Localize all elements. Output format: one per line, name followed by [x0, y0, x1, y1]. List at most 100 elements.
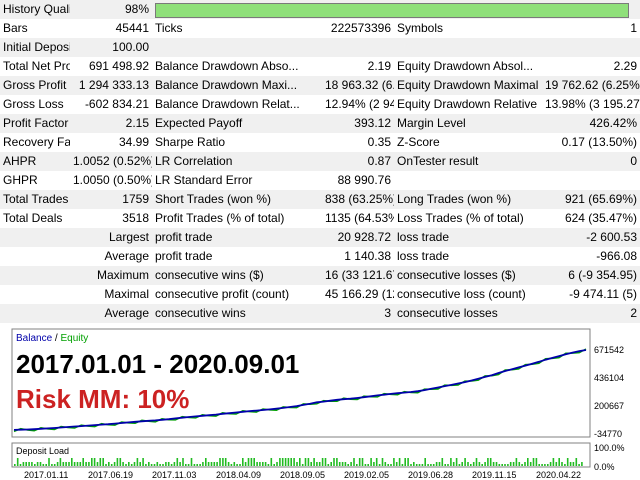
- deposit-tick-label: 100.0%: [594, 443, 625, 453]
- x-tick-label: 2017.01.11: [24, 470, 68, 480]
- legend-separator: /: [52, 333, 60, 344]
- deposit-load-bar: [179, 462, 181, 466]
- deposit-load-bar: [410, 464, 412, 466]
- deposit-load-bar: [452, 462, 455, 466]
- stats-label: Loss Trades (% of total): [394, 209, 542, 228]
- deposit-load-bar: [418, 464, 421, 466]
- stats-value: 45441: [70, 19, 152, 38]
- stats-label: LR Standard Error: [152, 171, 322, 190]
- deposit-load-bar: [378, 464, 381, 466]
- x-tick-label: 2017.06.19: [88, 470, 133, 480]
- deposit-load-bar: [31, 462, 33, 466]
- stats-label: Equity Drawdown Maximal: [394, 76, 542, 95]
- deposit-load-bar: [404, 458, 406, 466]
- deposit-load-bar: [532, 458, 535, 466]
- deposit-load-bar: [495, 462, 498, 466]
- deposit-load-bar: [193, 464, 196, 466]
- deposit-load-bar: [489, 458, 492, 466]
- deposit-load-bar: [148, 462, 150, 466]
- deposit-load-bar: [59, 458, 62, 466]
- overlay-date-range: 2017.01.01 - 2020.09.01: [16, 349, 299, 379]
- stats-label: Ticks: [152, 19, 322, 38]
- deposit-load-bar: [247, 458, 250, 466]
- deposit-load-bar: [581, 462, 583, 466]
- deposit-load-bar: [381, 458, 384, 466]
- deposit-load-bar: [304, 458, 307, 466]
- stats-value: 3518: [70, 209, 152, 228]
- deposit-load-bar: [529, 462, 532, 466]
- stats-label: consecutive losses: [394, 304, 542, 323]
- deposit-load-bar: [253, 458, 255, 466]
- deposit-load-bar: [79, 462, 82, 466]
- deposit-load-bar: [509, 462, 512, 466]
- deposit-load-bar: [361, 458, 364, 466]
- stats-value: Maximal: [70, 285, 152, 304]
- stats-label: Balance Drawdown Relat...: [152, 95, 322, 114]
- y-tick-label: 671542: [594, 345, 624, 355]
- stats-label: Short Trades (won %): [152, 190, 322, 209]
- deposit-load-bar: [347, 464, 349, 466]
- stats-value: 2.29: [542, 57, 640, 76]
- deposit-load-bar: [498, 464, 501, 466]
- stats-value: Maximum: [70, 266, 152, 285]
- deposit-load-bar: [230, 464, 233, 466]
- deposit-load-bar: [71, 458, 73, 466]
- deposit-load-bar: [504, 464, 506, 466]
- deposit-load-bar: [267, 464, 270, 466]
- deposit-load-bar: [455, 458, 458, 466]
- deposit-load-bar: [122, 462, 124, 466]
- deposit-load-bar: [227, 462, 230, 466]
- stats-value: 1: [542, 19, 640, 38]
- stats-value: 0.87: [322, 152, 394, 171]
- deposit-load-bar: [39, 462, 42, 466]
- stats-label: [0, 285, 70, 304]
- deposit-load-bar: [233, 462, 236, 466]
- deposit-load-bar: [501, 464, 503, 466]
- stats-value: 1759: [70, 190, 152, 209]
- deposit-load-bar: [401, 464, 404, 466]
- legend-equity: Equity: [60, 333, 88, 344]
- deposit-load-bar: [96, 462, 99, 466]
- deposit-load-bar: [430, 464, 432, 466]
- deposit-load-bar: [139, 462, 141, 466]
- deposit-load-bar: [159, 464, 161, 466]
- stats-value: 45 166.29 (12): [322, 285, 394, 304]
- x-tick-label: 2017.11.03: [152, 470, 196, 480]
- deposit-load-bar: [524, 462, 526, 466]
- deposit-load-bar: [182, 458, 184, 466]
- deposit-load-bar: [296, 462, 298, 466]
- stats-value: 16 (33 121.67): [322, 266, 394, 285]
- balance-panel-frame: [11, 328, 591, 438]
- stats-label: Initial Deposit: [0, 38, 70, 57]
- deposit-load-bar: [93, 458, 96, 466]
- stats-label: Symbols: [394, 19, 542, 38]
- deposit-load-bar: [279, 458, 281, 466]
- stats-value: 1 294 333.13: [70, 76, 152, 95]
- stats-label: Gross Profit: [0, 76, 70, 95]
- stats-value: 393.12: [322, 114, 394, 133]
- deposit-load-bar: [413, 462, 415, 466]
- stats-value: -9 474.11 (5): [542, 285, 640, 304]
- stats-label: loss trade: [394, 247, 542, 266]
- stats-row: Total Net Profit691 498.92Balance Drawdo…: [0, 57, 640, 76]
- stats-label: consecutive losses ($): [394, 266, 542, 285]
- deposit-load-bar: [390, 464, 392, 466]
- deposit-load-bar: [461, 462, 463, 466]
- stats-value: 18 963.32 (6.02%): [322, 76, 394, 95]
- stats-value: -602 834.21: [70, 95, 152, 114]
- stats-value: 838 (63.25%): [322, 190, 394, 209]
- deposit-load-bar: [507, 464, 509, 466]
- stats-label: Total Deals: [0, 209, 70, 228]
- deposit-load-bar: [88, 462, 90, 466]
- deposit-load-bar: [16, 458, 19, 466]
- stats-label: consecutive profit (count): [152, 285, 322, 304]
- deposit-load-bar: [105, 464, 107, 466]
- deposit-load-bar: [370, 458, 372, 466]
- stats-row: Maximal consecutive profit (count) 45 166.…: [0, 285, 640, 304]
- deposit-load-bar: [36, 462, 39, 466]
- deposit-load-bar: [338, 462, 341, 466]
- deposit-load-bar: [210, 462, 213, 466]
- stats-value: 0.17 (13.50%): [542, 133, 640, 152]
- deposit-load-bar: [384, 462, 387, 466]
- deposit-load-bar: [575, 458, 578, 466]
